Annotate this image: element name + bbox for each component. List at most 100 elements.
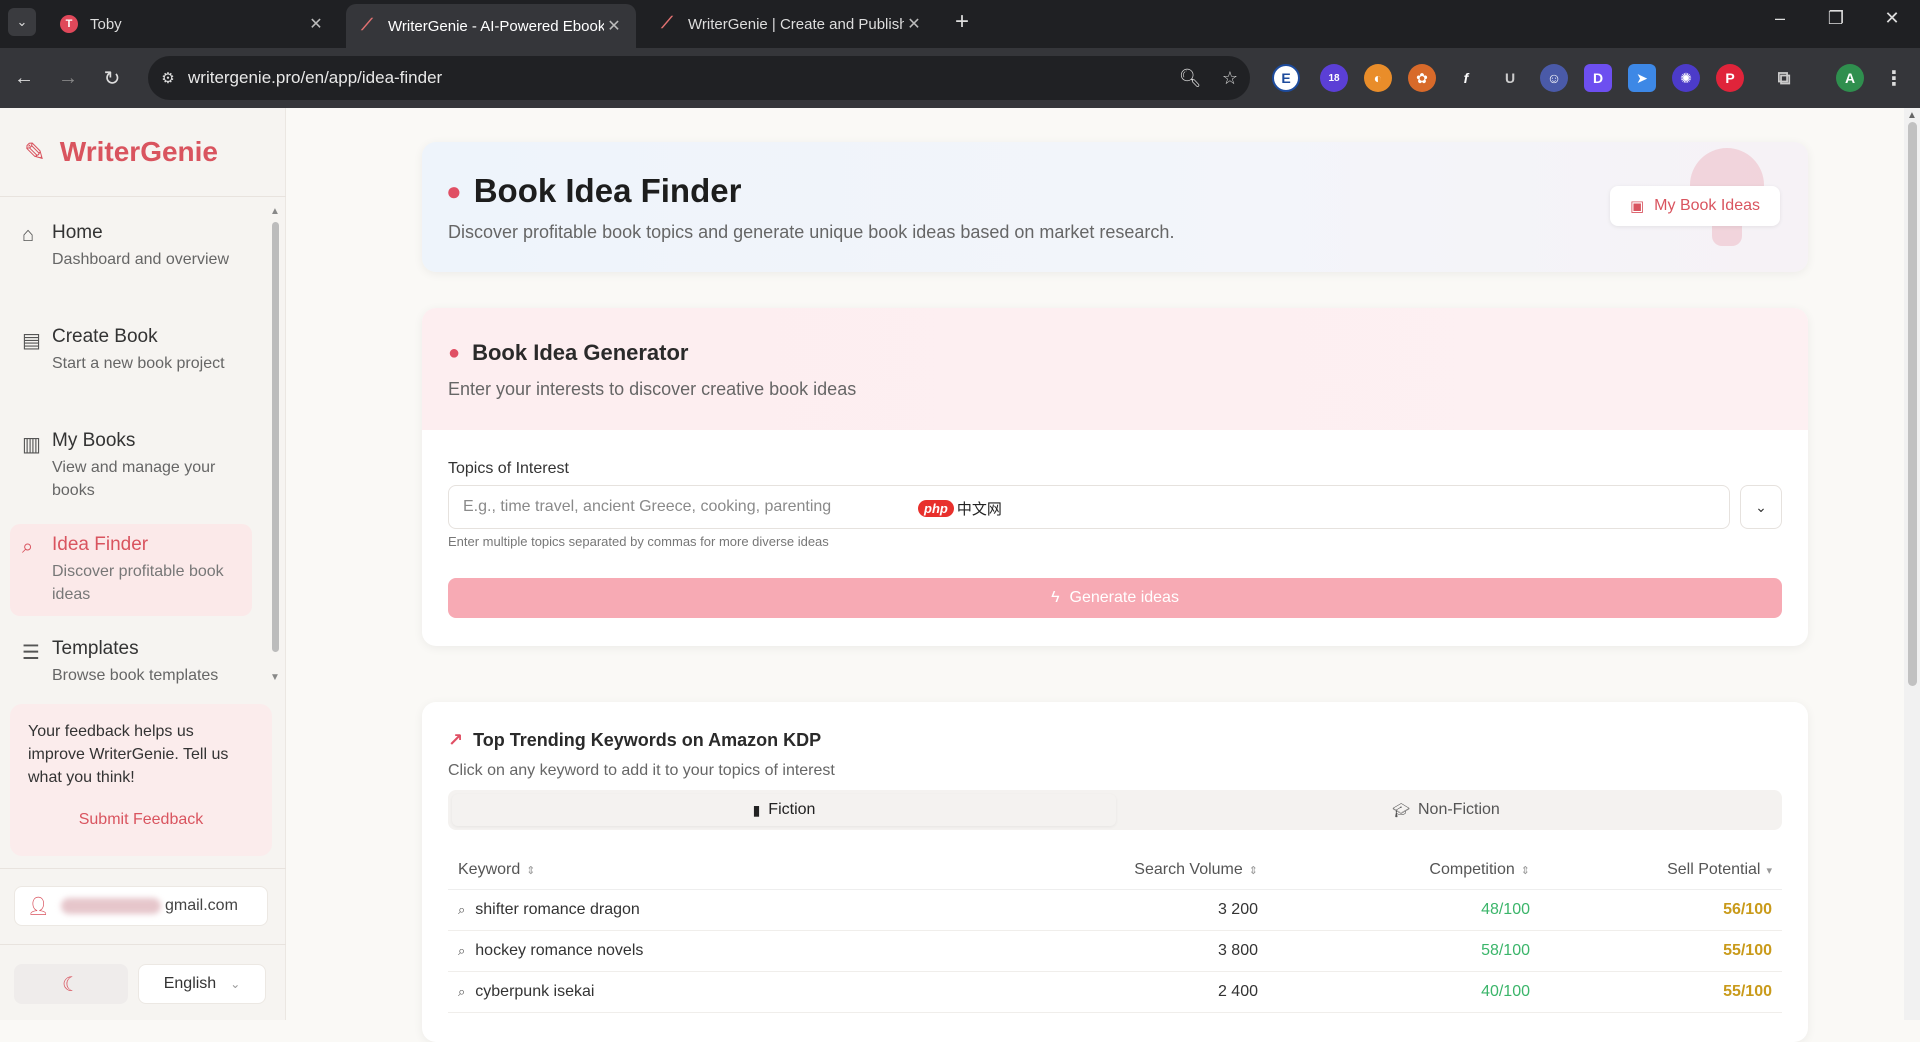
zoom-icon[interactable]: 🔍︎: [1170, 68, 1210, 89]
scroll-up-icon[interactable]: ▲: [1907, 110, 1917, 121]
feather-favicon-icon: ⟋: [361, 17, 373, 34]
dark-mode-toggle[interactable]: ☾: [14, 964, 128, 1004]
book-icon: ▣: [1629, 198, 1645, 215]
sort-icon: ⇕: [526, 864, 536, 877]
close-tab-icon[interactable]: ✕: [904, 14, 924, 34]
close-tab-icon[interactable]: ✕: [306, 14, 326, 34]
user-icon: 👤︎: [27, 895, 50, 916]
brand-logo[interactable]: ✎ WriterGenie: [24, 136, 218, 168]
divider: [0, 196, 286, 197]
sidebar-scroll-thumb[interactable]: [272, 222, 279, 652]
column-sell-potential[interactable]: Sell Potential ▾: [1558, 850, 1772, 890]
user-email: gmail.com: [165, 897, 238, 914]
chevron-down-icon: ⌄: [16, 14, 28, 29]
window-close-button[interactable]: ✕: [1872, 8, 1912, 29]
extension-film-icon[interactable]: ✿: [1408, 64, 1436, 92]
sidebar-item-my-books[interactable]: ▥ My Books View and manage your books: [10, 420, 252, 512]
lightbulb-icon: ●: [448, 341, 461, 364]
extensions-puzzle-icon[interactable]: ⧉: [1770, 64, 1798, 92]
browser-tab-writergenie-active[interactable]: ⟋ WriterGenie - AI-Powered Ebook ✕: [346, 4, 636, 48]
page-scrollbar[interactable]: ▲: [1904, 108, 1920, 1020]
column-keyword[interactable]: Keyword ⇕: [458, 850, 918, 890]
extension-u-icon[interactable]: U: [1496, 64, 1524, 92]
url-text[interactable]: writergenie.pro/en/app/idea-finder: [188, 68, 1170, 88]
watermark-logo: php 中文网: [918, 498, 1002, 519]
reload-icon: ↻: [103, 67, 121, 90]
tab-fiction[interactable]: ▮ Fiction: [452, 794, 1116, 826]
topics-hint: Enter multiple topics separated by comma…: [448, 534, 829, 549]
sidebar-scrollbar[interactable]: ▲ ▼: [270, 206, 280, 686]
search-icon: ⌕: [458, 984, 466, 999]
keyword-cell: cyberpunk isekai: [475, 983, 595, 1000]
submit-feedback-button[interactable]: Submit Feedback: [28, 811, 254, 829]
extension-e-icon[interactable]: E: [1272, 64, 1300, 92]
browser-menu-icon[interactable]: ⋮: [1880, 64, 1908, 92]
site-info-icon[interactable]: ⚙: [148, 69, 188, 87]
sell-potential-cell: 55/100: [1723, 942, 1772, 959]
generator-header: [422, 308, 1808, 430]
page-subtitle: Discover profitable book topics and gene…: [448, 222, 1175, 242]
book-icon: ▤: [22, 330, 41, 352]
browser-tab-strip: ⌄ T Toby ✕ ⟋ WriterGenie - AI-Powered Eb…: [0, 0, 1920, 48]
language-select[interactable]: English ⌄: [138, 964, 266, 1004]
chevron-down-icon: ⌄: [230, 977, 241, 991]
close-tab-icon[interactable]: ✕: [604, 16, 624, 36]
restore-button[interactable]: ❐: [1816, 8, 1856, 29]
back-button[interactable]: ←: [8, 62, 40, 94]
search-icon: ⌕: [458, 943, 466, 958]
feather-icon: ✎: [24, 136, 46, 167]
extension-gear-icon[interactable]: ✺: [1672, 64, 1700, 92]
bookmark-star-icon[interactable]: ☆: [1210, 68, 1250, 89]
column-search-volume[interactable]: Search Volume ⇕: [1048, 850, 1258, 890]
scroll-down-icon[interactable]: ▼: [270, 672, 280, 683]
user-account[interactable]: 👤︎ gmail.com: [14, 886, 268, 926]
reload-button[interactable]: ↻: [96, 62, 128, 94]
extension-send-icon[interactable]: ➤: [1628, 64, 1656, 92]
sidebar-item-idea-finder[interactable]: ⌕ Idea Finder Discover profitable book id…: [10, 524, 252, 616]
extension-house-icon[interactable]: 18: [1320, 64, 1348, 92]
feedback-box: Your feedback helps us improve WriterGen…: [10, 704, 272, 856]
volume-cell: 3 800: [1217, 942, 1258, 959]
trending-subtitle: Click on any keyword to add it to your t…: [448, 762, 835, 779]
page-scroll-thumb[interactable]: [1908, 122, 1917, 686]
extension-moon-icon[interactable]: ◐: [1364, 64, 1392, 92]
sidebar-item-templates[interactable]: ☰ Templates Browse book templates: [10, 628, 252, 697]
email-redacted: [61, 898, 161, 914]
extension-chat-icon[interactable]: ☺: [1540, 64, 1568, 92]
topics-dropdown-button[interactable]: ⌄: [1740, 485, 1782, 529]
forward-button[interactable]: →: [52, 62, 84, 94]
trending-title: ↗ Top Trending Keywords on Amazon KDP: [448, 730, 822, 750]
sort-icon: ⇕: [1248, 864, 1258, 877]
table-row[interactable]: ⌕ hockey romance novels 3 800 58/100 55/1…: [448, 931, 1782, 972]
scroll-up-icon[interactable]: ▲: [270, 206, 280, 217]
generator-title: ● Book Idea Generator: [448, 340, 689, 365]
profile-avatar[interactable]: A: [1836, 64, 1864, 92]
table-row[interactable]: ⌕ shifter romance dragon 3 200 48/100 56/…: [448, 890, 1782, 931]
column-competition[interactable]: Competition ⇕: [1328, 850, 1530, 890]
divider: [0, 944, 286, 945]
tab-non-fiction[interactable]: 🎓︎ Non-Fiction: [1114, 794, 1778, 826]
idea-generator-card: ● Book Idea Generator Enter your interes…: [422, 308, 1808, 646]
extension-pinterest-icon[interactable]: P: [1716, 64, 1744, 92]
tab-search-button[interactable]: ⌄: [8, 8, 36, 36]
extension-d-icon[interactable]: D: [1584, 64, 1612, 92]
arrow-right-icon: →: [58, 66, 78, 89]
volume-cell: 3 200: [1217, 901, 1258, 918]
competition-cell: 48/100: [1481, 901, 1530, 918]
browser-tab-writergenie-create[interactable]: ⟋ WriterGenie | Create and Publish ✕: [646, 4, 936, 44]
address-bar[interactable]: ⚙ writergenie.pro/en/app/idea-finder 🔍︎ …: [148, 56, 1250, 100]
sidebar-item-create-book[interactable]: ▤ Create Book Start a new book project: [10, 316, 252, 385]
minimize-button[interactable]: –: [1760, 8, 1800, 29]
search-icon: ⌕: [458, 902, 466, 917]
home-icon: ⌂: [22, 224, 35, 246]
new-tab-button[interactable]: +: [948, 8, 976, 36]
books-open-icon: ▥: [22, 434, 41, 456]
table-row[interactable]: ⌕ cyberpunk isekai 2 400 40/100 55/100: [448, 972, 1782, 1013]
generate-ideas-button[interactable]: ϟ Generate ideas: [448, 578, 1782, 618]
topics-input[interactable]: [448, 485, 1730, 529]
sidebar-item-home[interactable]: ⌂ Home Dashboard and overview: [10, 212, 252, 281]
extension-fx-icon[interactable]: f: [1452, 64, 1480, 92]
my-book-ideas-button[interactable]: ▣ My Book Ideas: [1610, 186, 1780, 226]
browser-tab-toby[interactable]: T Toby ✕: [48, 4, 338, 44]
lightning-icon: ϟ: [1051, 589, 1060, 606]
